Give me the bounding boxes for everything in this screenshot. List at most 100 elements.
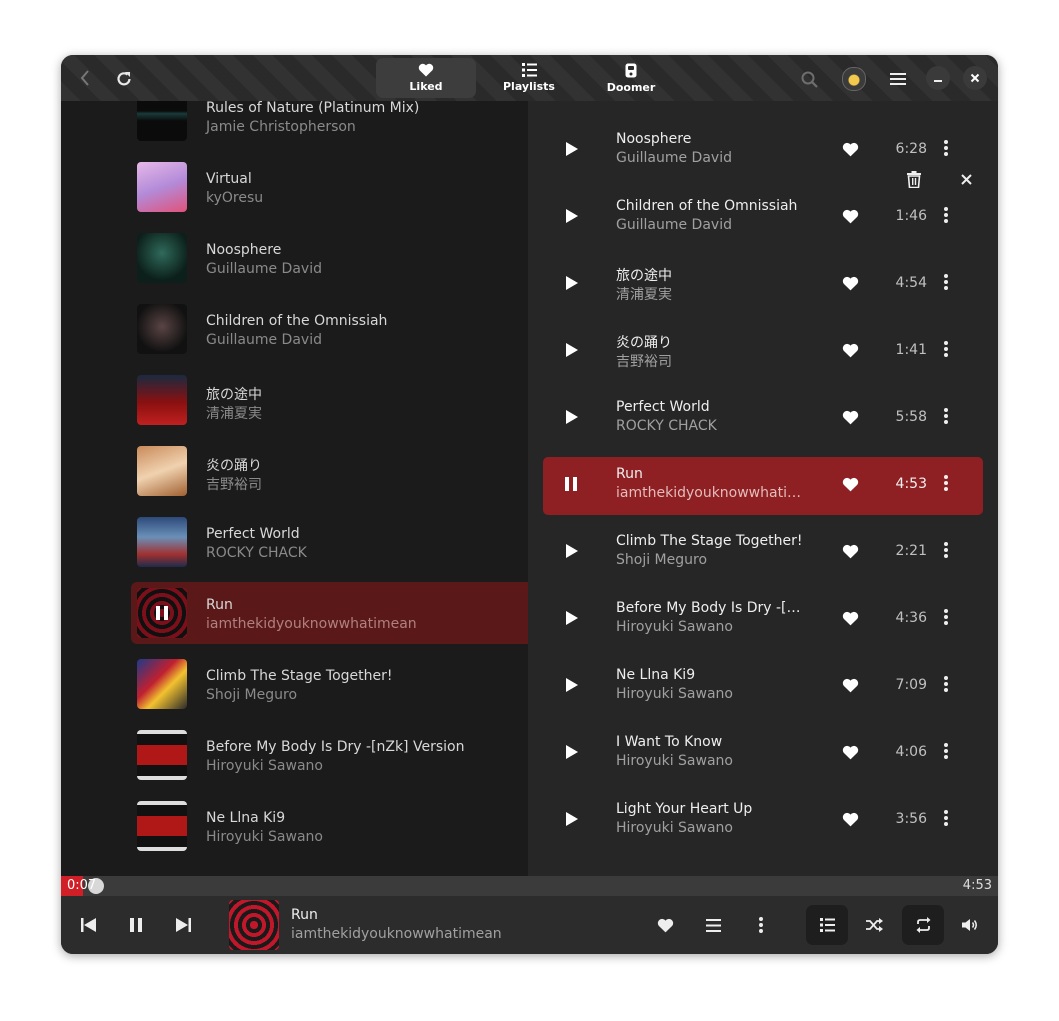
play-button[interactable]	[565, 275, 578, 294]
queue-item[interactable]: Light Your Heart Up Hiroyuki Sawano 3:56	[543, 792, 983, 850]
like-button[interactable]	[842, 611, 859, 630]
queue-toggle-button[interactable]	[806, 905, 848, 945]
list-item[interactable]: Climb The Stage Together! Shoji Meguro	[131, 653, 528, 715]
track-artist: Hiroyuki Sawano	[616, 753, 733, 769]
tab-playlists[interactable]: Playlists	[479, 58, 579, 98]
more-options-button[interactable]	[944, 274, 948, 294]
queue-item[interactable]: 炎の踊り 吉野裕司 1:41	[543, 323, 983, 381]
more-options-button[interactable]	[944, 743, 948, 763]
now-playing-artist[interactable]: iamthekidyouknowwhatimean	[291, 926, 502, 942]
shuffle-button[interactable]	[863, 914, 885, 936]
like-button[interactable]	[842, 142, 859, 161]
queue-item[interactable]: Noosphere Guillaume David 6:28	[543, 122, 983, 180]
add-to-playlist-button[interactable]	[702, 914, 724, 936]
queue-item[interactable]: Climb The Stage Together! Shoji Meguro 2:2…	[543, 524, 983, 582]
play-button[interactable]	[565, 342, 578, 361]
tab-liked[interactable]: Liked	[376, 58, 476, 98]
now-playing-title[interactable]: Run	[291, 907, 318, 923]
tab-doomer[interactable]: Doomer	[581, 58, 681, 98]
more-vertical-icon	[944, 810, 948, 826]
like-button[interactable]	[842, 209, 859, 228]
play-button[interactable]	[565, 744, 578, 763]
list-item[interactable]: Rules of Nature (Platinum Mix) Jamie Chr…	[131, 101, 528, 147]
like-button[interactable]	[842, 343, 859, 362]
like-button[interactable]	[842, 477, 859, 496]
like-button[interactable]	[842, 544, 859, 563]
hamburger-menu-icon	[890, 73, 906, 85]
list-item-now-playing[interactable]: Run iamthekidyouknowwhatimean	[131, 582, 528, 644]
track-artist: 吉野裕司	[206, 477, 262, 493]
refresh-button[interactable]	[113, 68, 135, 90]
back-button[interactable]	[75, 68, 95, 88]
list-item[interactable]: Before My Body Is Dry -[nZk] Version Hir…	[131, 724, 528, 786]
next-button[interactable]	[172, 914, 194, 936]
more-options-button[interactable]	[944, 475, 948, 495]
track-artist: iamthekidyouknowwhatim…	[616, 485, 806, 501]
heart-icon	[842, 544, 859, 559]
queue-item[interactable]: I Want To Know Hiroyuki Sawano 4:06	[543, 725, 983, 783]
player-bar: Run iamthekidyouknowwhatimean	[61, 896, 998, 954]
list-item[interactable]: Perfect World ROCKY CHACK	[131, 511, 528, 573]
volume-button[interactable]	[959, 914, 981, 936]
play-button[interactable]	[565, 141, 578, 160]
more-options-button[interactable]	[944, 676, 948, 696]
play-button[interactable]	[565, 677, 578, 696]
repeat-toggle-button[interactable]	[902, 905, 944, 945]
more-options-button[interactable]	[944, 810, 948, 830]
queue-item[interactable]: Perfect World ROCKY CHACK 5:58	[543, 390, 983, 448]
track-artist: 清浦夏実	[206, 406, 262, 422]
now-playing-cover[interactable]	[229, 900, 279, 950]
track-title: Climb The Stage Together!	[616, 533, 803, 549]
list-item[interactable]: 旅の途中 清浦夏実	[131, 369, 528, 431]
list-item[interactable]: 炎の踊り 吉野裕司	[131, 440, 528, 502]
previous-button[interactable]	[77, 914, 99, 936]
play-button[interactable]	[565, 543, 578, 562]
more-options-button[interactable]	[944, 207, 948, 227]
play-button[interactable]	[565, 476, 577, 495]
list-item[interactable]: Children of the Omnissiah Guillaume Davi…	[131, 298, 528, 360]
more-options-button[interactable]	[944, 341, 948, 361]
search-button[interactable]	[798, 68, 820, 90]
track-duration: 5:58	[895, 409, 927, 425]
more-options-button[interactable]	[944, 408, 948, 428]
tab-doomer-label: Doomer	[606, 80, 656, 94]
like-button[interactable]	[654, 914, 676, 936]
more-options-button[interactable]	[944, 542, 948, 562]
queue-item[interactable]: 旅の途中 清浦夏実 4:54	[543, 256, 983, 314]
list-item[interactable]: Ne Llna Ki9 Hiroyuki Sawano	[131, 795, 528, 857]
like-button[interactable]	[842, 276, 859, 295]
seek-bar[interactable]: 0:07 4:53	[61, 876, 998, 896]
like-button[interactable]	[842, 678, 859, 697]
play-button[interactable]	[565, 811, 578, 830]
queue-item[interactable]: Children of the Omnissiah Guillaume David…	[543, 189, 983, 247]
queue-item-now-playing[interactable]: Run iamthekidyouknowwhatim… 4:53	[543, 457, 983, 515]
play-button[interactable]	[565, 610, 578, 629]
more-options-button[interactable]	[944, 140, 948, 160]
close-button[interactable]	[963, 66, 987, 90]
more-options-button[interactable]	[750, 914, 772, 936]
avatar[interactable]	[842, 67, 866, 91]
play-pause-button[interactable]	[125, 914, 147, 936]
track-artist: Hiroyuki Sawano	[616, 820, 733, 836]
queue-item[interactable]: Before My Body Is Dry -[n… Hiroyuki Sawan…	[543, 591, 983, 649]
minimize-button[interactable]	[926, 66, 950, 90]
album-cover	[137, 517, 187, 567]
liked-tracks-list: Rules of Nature (Platinum Mix) Jamie Chr…	[61, 101, 528, 876]
play-button[interactable]	[565, 409, 578, 428]
track-title: Noosphere	[206, 242, 282, 258]
more-options-button[interactable]	[944, 609, 948, 629]
more-vertical-icon	[944, 743, 948, 759]
like-button[interactable]	[842, 812, 859, 831]
like-button[interactable]	[842, 745, 859, 764]
list-item[interactable]: Noosphere Guillaume David	[131, 227, 528, 289]
like-button[interactable]	[842, 410, 859, 429]
list-item[interactable]: Virtual kyOresu	[131, 156, 528, 218]
main-menu-button[interactable]	[887, 68, 909, 90]
queue-item[interactable]: Ne Llna Ki9 Hiroyuki Sawano 7:09	[543, 658, 983, 716]
queue-panel: Noosphere Guillaume David 6:28 Children of …	[528, 101, 998, 876]
playlist-icon	[705, 918, 721, 932]
play-button[interactable]	[565, 208, 578, 227]
track-artist: ROCKY CHACK	[616, 418, 717, 434]
album-cover	[137, 801, 187, 851]
repeat-icon	[916, 917, 930, 933]
